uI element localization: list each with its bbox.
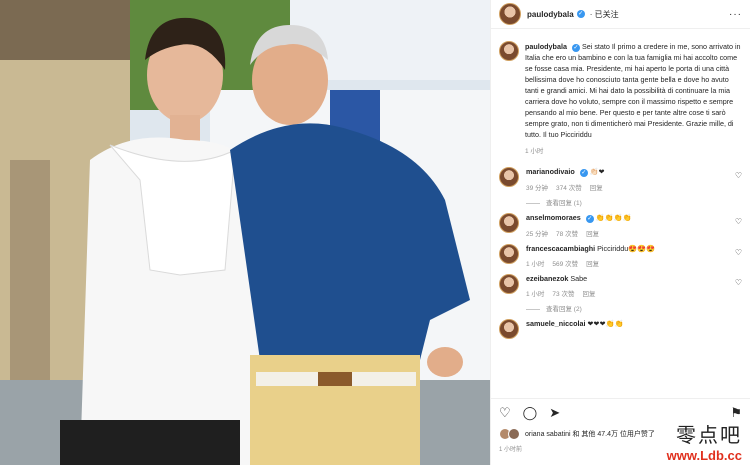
watermark: 零点吧 www.Ldb.cc [667, 419, 742, 463]
comment-like-heart-icon[interactable]: ♡ [735, 217, 742, 226]
comment-time: 25 分钟 [526, 231, 549, 238]
comment-item: marianodivaio ✓ 👏🏻❤ 39 分钟 374 次赞 回复 查看回复 (… [491, 161, 750, 207]
comment-username[interactable]: samuele_niccolai [526, 319, 586, 328]
comment-item: francescacambiaghi Picciriddu😍😍😍 1 小时 569… [491, 238, 750, 268]
watermark-url: www.Ldb.cc [666, 448, 742, 463]
comment-username[interactable]: marianodivaio [526, 167, 575, 176]
comment-text: 👏👏👏👏 [595, 213, 632, 222]
photo-illustration [0, 0, 490, 465]
comment-avatar[interactable] [499, 274, 519, 294]
comment-like-heart-icon[interactable]: ♡ [735, 248, 742, 257]
comment-icon[interactable]: ◯ [523, 405, 538, 421]
verified-badge-icon: ✓ [571, 44, 580, 52]
post-photo[interactable] [0, 0, 490, 465]
comment-item: samuele_niccolai ❤❤❤👏👏 [491, 313, 750, 339]
comment-item: anselmomoraes ✓ 👏👏👏👏 25 分钟 78 次赞 回复 ♡ [491, 207, 750, 238]
reply-button[interactable]: 回复 [586, 231, 599, 238]
comment-text: 👏🏻❤ [589, 167, 605, 176]
comment-username[interactable]: francescacambiaghi [526, 244, 595, 253]
caption-time: 1 小时 [525, 148, 544, 155]
comment-item: ezeibanezok Sabe 1 小时 73 次赞 回复 查看回复 (2) ♡ [491, 268, 750, 313]
follow-status[interactable]: · 已关注 [590, 9, 619, 20]
author-avatar[interactable] [499, 3, 521, 25]
post-caption: paulodybala ✓ Sei stato Il primo a crede… [491, 29, 750, 161]
verified-badge-icon: ✓ [579, 169, 588, 177]
comment-time: 39 分钟 [526, 185, 549, 192]
comment-avatar[interactable] [499, 167, 519, 187]
comment-like-heart-icon[interactable]: ♡ [735, 171, 742, 180]
comment-avatar[interactable] [499, 319, 519, 339]
reply-button[interactable]: 回复 [582, 291, 595, 298]
comment-text: ❤❤❤👏👏 [587, 319, 624, 328]
comments-list: marianodivaio ✓ 👏🏻❤ 39 分钟 374 次赞 回复 查看回复 (… [491, 161, 750, 339]
comment-username[interactable]: anselmomoraes [526, 213, 581, 222]
post-side-panel: paulodybala ✓ · 已关注 ··· paulodybala ✓ Se… [490, 0, 750, 465]
comment-avatar[interactable] [499, 244, 519, 264]
watermark-text: 零点吧 [676, 423, 742, 447]
comment-time: 1 小时 [526, 291, 545, 298]
verified-badge-icon: ✓ [576, 10, 585, 18]
view-replies-button[interactable]: 查看回复 (2) [526, 303, 742, 313]
caption-username[interactable]: paulodybala [525, 42, 567, 51]
author-username[interactable]: paulodybala [527, 10, 574, 19]
comment-text: Sabe [570, 274, 588, 283]
caption-avatar[interactable] [499, 41, 519, 61]
comment-text: Picciriddu😍😍😍 [597, 244, 656, 253]
reply-button[interactable]: 回复 [586, 261, 599, 268]
heart-icon[interactable]: ♡ [499, 405, 511, 421]
caption-text: Sei stato Il primo a credere in me, sono… [525, 42, 741, 139]
post-header: paulodybala ✓ · 已关注 ··· [491, 0, 750, 29]
comment-likes[interactable]: 374 次赞 [556, 185, 582, 192]
reply-button[interactable]: 回复 [590, 185, 603, 192]
share-icon[interactable]: ➤ [549, 405, 560, 421]
liker-avatar [508, 428, 520, 440]
likes-text: oriana sabatini 和 其他 47.4万 位用户赞了 [525, 431, 655, 438]
verified-badge-icon: ✓ [585, 215, 594, 223]
comment-username[interactable]: ezeibanezok [526, 274, 568, 283]
comment-avatar[interactable] [499, 213, 519, 233]
comment-likes[interactable]: 73 次赞 [552, 291, 574, 298]
comment-time: 1 小时 [526, 261, 545, 268]
comment-likes[interactable]: 78 次赞 [556, 231, 578, 238]
comment-likes[interactable]: 569 次赞 [552, 261, 578, 268]
likes-summary[interactable]: oriana sabatini 和 其他 47.4万 位用户赞了 [499, 428, 655, 440]
post-time: 1 小时前 [499, 447, 523, 453]
comment-like-heart-icon[interactable]: ♡ [735, 278, 742, 287]
view-replies-button[interactable]: 查看回复 (1) [526, 197, 742, 207]
more-options-icon[interactable]: ··· [729, 9, 742, 20]
